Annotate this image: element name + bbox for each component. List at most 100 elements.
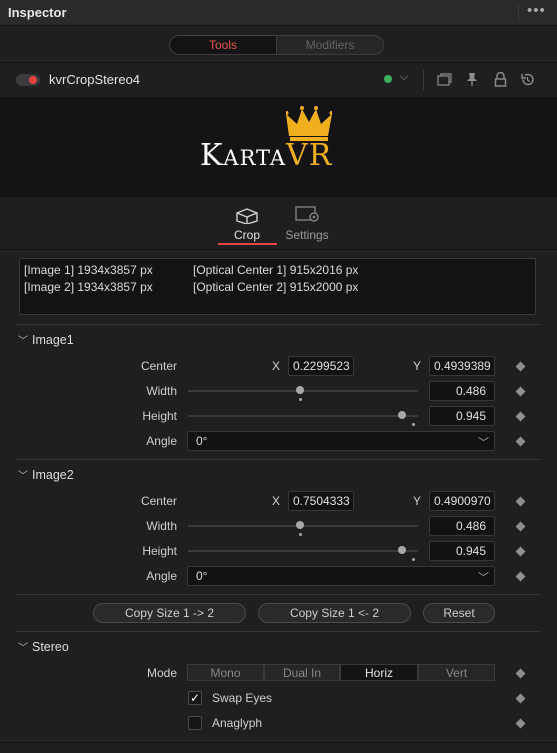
chevron-down-icon[interactable]: ⌵ — [400, 71, 408, 84]
info-image1: [Image 1] 1934x3857 px — [24, 263, 153, 277]
swap-eyes-checkbox[interactable]: ✓ — [188, 691, 202, 705]
anaglyph-checkbox[interactable] — [188, 716, 202, 730]
width-label: Width — [146, 519, 177, 533]
anaglyph-label: Anaglyph — [212, 716, 263, 730]
center-label: Center — [140, 359, 177, 373]
divider — [0, 249, 557, 250]
keyframe-diamond-icon[interactable] — [515, 668, 526, 679]
keyframe-diamond-icon[interactable] — [515, 693, 526, 704]
slider-handle[interactable] — [398, 546, 406, 554]
active-tab-indicator — [218, 243, 277, 245]
angle-label: Angle — [146, 569, 177, 583]
center-label: Center — [140, 494, 177, 508]
keyframe-diamond-icon[interactable] — [515, 496, 526, 507]
reset-button[interactable]: Reset — [423, 603, 495, 623]
swap-eyes-label: Swap Eyes — [212, 691, 273, 705]
tab-modifiers[interactable]: Modifiers — [276, 35, 384, 55]
image2-center-x-input[interactable]: 0.7504333 — [288, 491, 354, 511]
tab-tools[interactable]: Tools — [169, 35, 276, 55]
image1-width-input[interactable]: 0.486 — [429, 381, 495, 401]
section-stereo-header[interactable]: ﹀ Stereo — [18, 639, 69, 654]
keyframe-diamond-icon[interactable] — [515, 521, 526, 532]
slider-default-marker — [412, 558, 415, 561]
x-label: X — [272, 494, 281, 508]
reset-history-icon[interactable] — [520, 72, 535, 87]
width-label: Width — [146, 384, 177, 398]
section-stereo-title: Stereo — [32, 640, 69, 654]
info-optical-center2: [Optical Center 2] 915x2000 px — [193, 280, 359, 294]
keyframe-diamond-icon[interactable] — [515, 571, 526, 582]
image2-angle-select[interactable]: 0° — [187, 566, 495, 586]
crown-icon — [286, 106, 332, 141]
bottom-divider — [0, 742, 557, 743]
mode-horiz-button[interactable]: Horiz — [340, 664, 418, 681]
slider-handle[interactable] — [296, 386, 304, 394]
section-divider — [16, 459, 541, 460]
mode-vert-button[interactable]: Vert — [418, 664, 495, 681]
logo-text-main: Karta — [200, 138, 287, 173]
mode-mono-button[interactable]: Mono — [187, 664, 264, 681]
section-image2-title: Image2 — [32, 468, 74, 482]
node-name: kvrCropStereo4 — [49, 72, 141, 87]
lock-icon[interactable] — [494, 72, 507, 87]
keyframe-diamond-icon[interactable] — [515, 386, 526, 397]
pin-icon[interactable] — [465, 72, 479, 87]
chevron-down-icon[interactable]: ﹀ — [478, 434, 489, 450]
toggle-indicator-icon — [29, 76, 37, 84]
slider-default-marker — [299, 398, 302, 401]
keyframe-diamond-icon[interactable] — [515, 361, 526, 372]
info-image2: [Image 2] 1934x3857 px — [24, 280, 153, 294]
image1-angle-select[interactable]: 0° — [187, 431, 495, 451]
image2-center-y-input[interactable]: 0.4900970 — [429, 491, 495, 511]
tab-settings[interactable]: Settings — [277, 228, 337, 242]
slider-handle[interactable] — [398, 411, 406, 419]
x-label: X — [272, 359, 281, 373]
logo-text-accent: VR — [286, 138, 333, 173]
chevron-down-icon[interactable]: ﹀ — [478, 569, 489, 585]
chevron-down-icon: ﹀ — [18, 643, 28, 654]
versions-icon[interactable] — [437, 73, 453, 87]
color-status-icon[interactable] — [384, 75, 392, 83]
slider-default-marker — [412, 423, 415, 426]
keyframe-diamond-icon[interactable] — [515, 411, 526, 422]
angle-label: Angle — [146, 434, 177, 448]
keyframe-diamond-icon[interactable] — [515, 718, 526, 729]
image2-height-slider[interactable] — [188, 550, 418, 552]
slider-handle[interactable] — [296, 521, 304, 529]
slider-default-marker — [299, 533, 302, 536]
settings-gear-icon[interactable] — [295, 205, 321, 223]
section-divider — [16, 324, 541, 325]
kartavr-logo: KartaVR — [200, 138, 332, 173]
section-image1-title: Image1 — [32, 333, 74, 347]
node-row-divider — [423, 70, 424, 90]
divider — [0, 62, 557, 63]
more-dots-icon[interactable]: ••• — [527, 2, 546, 19]
y-label: Y — [413, 494, 422, 508]
section-image2-header[interactable]: ﹀ Image2 — [18, 467, 74, 482]
inspector-header — [0, 0, 557, 26]
copy-size-1-to-2-button[interactable]: Copy Size 1 -> 2 — [93, 603, 246, 623]
image2-width-input[interactable]: 0.486 — [429, 516, 495, 536]
image1-height-input[interactable]: 0.945 — [429, 406, 495, 426]
section-image1-header[interactable]: ﹀ Image1 — [18, 332, 74, 347]
height-label: Height — [142, 409, 177, 423]
image1-height-slider[interactable] — [188, 415, 418, 417]
inspector-title: Inspector — [8, 5, 67, 20]
tab-crop[interactable]: Crop — [217, 228, 277, 242]
image-info-box: [Image 1] 1934x3857 px [Optical Center 1… — [19, 258, 536, 315]
copy-size-2-to-1-button[interactable]: Copy Size 1 <- 2 — [258, 603, 411, 623]
height-label: Height — [142, 544, 177, 558]
section-divider — [16, 631, 541, 632]
image1-center-y-input[interactable]: 0.4939389 — [429, 356, 495, 376]
header-divider — [518, 4, 519, 22]
crop-cube-icon[interactable] — [234, 206, 260, 224]
keyframe-diamond-icon[interactable] — [515, 546, 526, 557]
mode-label: Mode — [146, 666, 177, 680]
image2-height-input[interactable]: 0.945 — [429, 541, 495, 561]
image1-center-x-input[interactable]: 0.2299523 — [288, 356, 354, 376]
section-divider — [16, 594, 541, 595]
angle-value: 0° — [196, 569, 208, 583]
mode-dual-in-button[interactable]: Dual In — [264, 664, 340, 681]
keyframe-diamond-icon[interactable] — [515, 436, 526, 447]
y-label: Y — [413, 359, 422, 373]
